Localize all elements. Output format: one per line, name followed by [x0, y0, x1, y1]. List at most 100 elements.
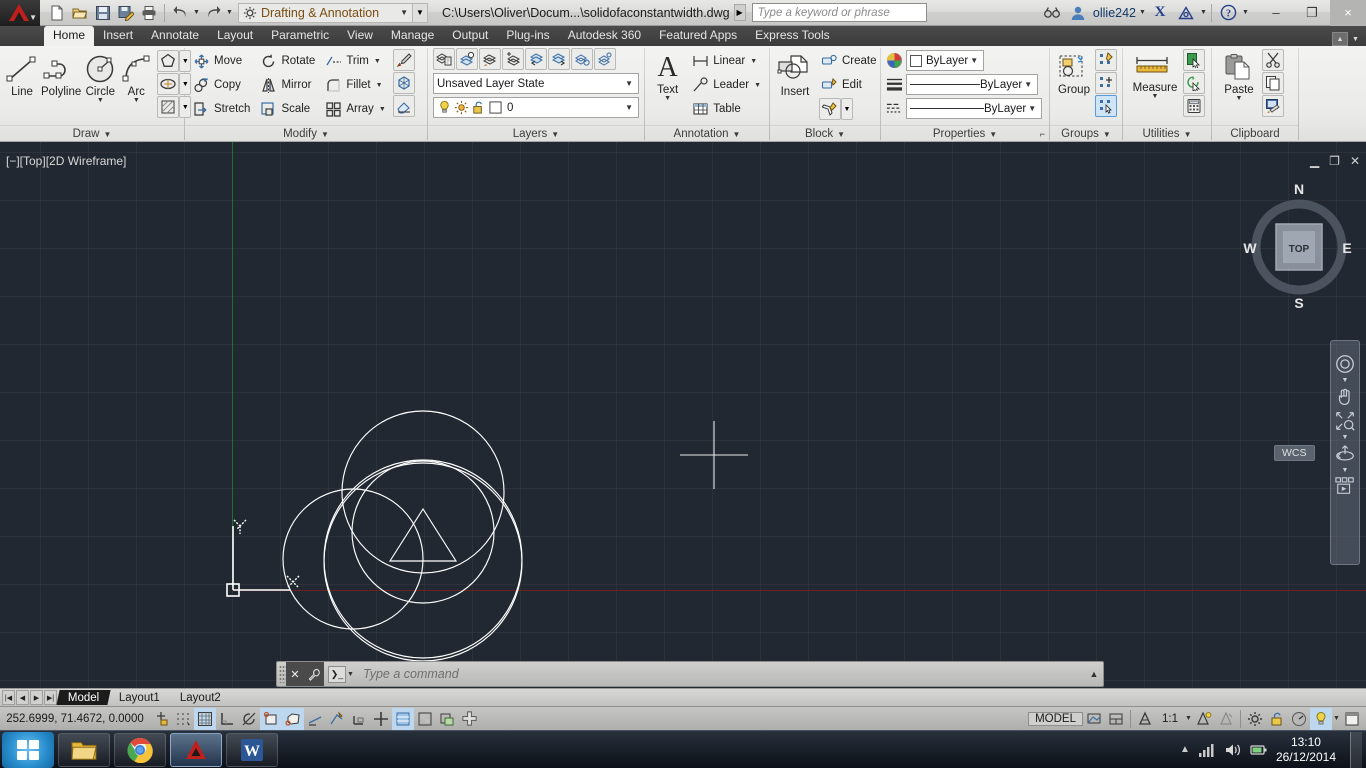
tab-view[interactable]: View: [338, 26, 382, 46]
lineweight-dropdown[interactable]: ByLayer ▼: [906, 98, 1043, 119]
lineweight-display-button[interactable]: [392, 707, 414, 730]
panel-title-block[interactable]: Block ▼: [770, 125, 880, 142]
volume-icon[interactable]: [1224, 742, 1242, 758]
tab-layout1[interactable]: Layout1: [108, 690, 172, 705]
polyline-button[interactable]: Polyline: [40, 49, 82, 99]
tab-autodesk-360[interactable]: Autodesk 360: [559, 26, 650, 46]
paste-button[interactable]: Paste ▼: [1216, 49, 1262, 103]
command-input[interactable]: Type a command: [355, 667, 1085, 681]
wcs-dropdown[interactable]: WCS: [1274, 445, 1315, 461]
new-icon[interactable]: [46, 2, 68, 24]
tab-layout[interactable]: Layout: [208, 26, 262, 46]
dynamic-ucs-button[interactable]: [348, 708, 370, 730]
selection-cycling-button[interactable]: [436, 708, 458, 730]
ribbon-minimize-button[interactable]: ▲: [1332, 32, 1348, 46]
snap-mode-button[interactable]: [150, 708, 172, 730]
explode-button[interactable]: [392, 72, 415, 94]
coordinates-display[interactable]: 252.6999, 71.4672, 0.0000: [0, 713, 150, 725]
panel-title-draw[interactable]: Draw ▼: [0, 125, 184, 142]
paste-dropdown-icon[interactable]: ▼: [1236, 95, 1243, 102]
showmotion-icon[interactable]: [1333, 476, 1357, 496]
command-prompt-chevron-icon[interactable]: ▼: [346, 671, 355, 678]
search-icon[interactable]: [1039, 1, 1065, 25]
orbit-icon[interactable]: [1334, 443, 1356, 465]
show-hidden-icon[interactable]: ▲: [1180, 744, 1190, 755]
move-button[interactable]: Move: [189, 49, 254, 73]
trim-dropdown-icon[interactable]: ▼: [374, 58, 381, 65]
color-dropdown[interactable]: ByLayer ▼: [906, 50, 985, 71]
tab-featured-apps[interactable]: Featured Apps: [650, 26, 746, 46]
layer-freeze-button[interactable]: [479, 48, 501, 70]
help-chevron-icon[interactable]: ▼: [1241, 9, 1250, 16]
isolate-objects-button[interactable]: [1310, 707, 1332, 730]
minimize-button[interactable]: –: [1258, 0, 1294, 26]
text-button[interactable]: A Text ▼: [649, 49, 686, 103]
start-button[interactable]: [2, 731, 54, 768]
command-prompt-icon[interactable]: ❯_: [328, 665, 346, 683]
panel-title-annotation[interactable]: Annotation ▼: [645, 125, 769, 142]
viewport-config-button[interactable]: [1105, 708, 1127, 730]
current-layer-dropdown[interactable]: 0 ▼: [433, 97, 639, 118]
fillet-dropdown-icon[interactable]: ▼: [376, 82, 383, 89]
copy-clip-button[interactable]: [1262, 72, 1284, 94]
steering-wheel-icon[interactable]: [1334, 353, 1356, 375]
zoom-dropdown-icon[interactable]: ▼: [1342, 434, 1349, 441]
network-icon[interactable]: [1198, 742, 1216, 758]
search-input[interactable]: Type a keyword or phrase: [751, 3, 927, 22]
rotate-button[interactable]: Rotate: [256, 49, 319, 73]
battery-icon[interactable]: [1250, 742, 1268, 758]
taskbar-autocad[interactable]: [170, 732, 222, 767]
3d-object-snap-button[interactable]: [282, 707, 304, 730]
group-selection-button[interactable]: [1095, 95, 1117, 117]
ortho-mode-button[interactable]: [216, 708, 238, 730]
view-cube[interactable]: TOP N S W E: [1236, 172, 1366, 317]
layer-state-button[interactable]: [594, 48, 616, 70]
panel-title-clipboard[interactable]: Clipboard: [1212, 125, 1298, 142]
text-dropdown-icon[interactable]: ▼: [664, 95, 671, 102]
linear-dimension-button[interactable]: Linear ▼: [688, 49, 765, 73]
user-avatar-icon[interactable]: [1065, 1, 1091, 25]
add-status-button[interactable]: [458, 708, 480, 730]
mirror-button[interactable]: Mirror: [256, 73, 319, 97]
trim-button[interactable]: Trim ▼: [321, 49, 389, 73]
hardware-accel-button[interactable]: [1288, 708, 1310, 730]
copy-button[interactable]: Copy: [189, 73, 254, 97]
fillet-button[interactable]: Fillet ▼: [321, 73, 389, 97]
annotation-scale-icon-button[interactable]: [1134, 708, 1156, 730]
circle-dropdown-icon[interactable]: ▼: [97, 97, 104, 104]
transparency-button[interactable]: [414, 708, 436, 730]
autodesk-360-chevron-icon[interactable]: ▼: [1199, 9, 1208, 16]
measure-button[interactable]: Measure ▼: [1127, 49, 1183, 101]
panel-title-utilities[interactable]: Utilities ▼: [1123, 125, 1211, 142]
clean-screen-button[interactable]: [1341, 708, 1363, 730]
panel-title-groups[interactable]: Groups ▼: [1050, 125, 1122, 142]
stretch-button[interactable]: Stretch: [189, 97, 254, 121]
command-history-expand-icon[interactable]: ▲: [1085, 669, 1103, 679]
array-button[interactable]: Array ▼: [321, 97, 389, 121]
hatch-button[interactable]: [157, 96, 180, 118]
redo-dropdown-icon[interactable]: ▼: [225, 9, 234, 16]
ribbon-options-chevron-icon[interactable]: ▼: [1351, 36, 1360, 43]
linetype-dropdown[interactable]: ByLayer ▼: [906, 74, 1039, 95]
linear-dropdown-icon[interactable]: ▼: [750, 58, 757, 65]
chevron-down-icon[interactable]: ▼: [400, 8, 408, 17]
create-block-button[interactable]: Create: [817, 49, 881, 73]
space-toggle[interactable]: MODEL: [1028, 711, 1083, 726]
tab-annotate[interactable]: Annotate: [142, 26, 208, 46]
group-button[interactable]: Group: [1054, 49, 1094, 97]
command-line-settings-icon[interactable]: [304, 662, 324, 686]
document-menu-button[interactable]: ▶: [733, 4, 746, 21]
command-line-grip[interactable]: [279, 665, 286, 683]
tab-manage[interactable]: Manage: [382, 26, 443, 46]
workspace-more-button[interactable]: ▼: [412, 2, 428, 23]
viewport-minimize-icon[interactable]: ▁: [1310, 154, 1319, 168]
quick-calc-button[interactable]: [1183, 72, 1205, 94]
measure-dropdown-icon[interactable]: ▼: [1152, 93, 1159, 100]
polygon-button[interactable]: [157, 50, 180, 72]
tab-model[interactable]: Model: [56, 690, 111, 705]
tab-express-tools[interactable]: Express Tools: [746, 26, 838, 46]
orbit-dropdown-icon[interactable]: ▼: [1342, 467, 1349, 474]
redo-icon[interactable]: [202, 2, 224, 24]
steering-wheel-dropdown-icon[interactable]: ▼: [1342, 377, 1349, 384]
arc-button[interactable]: Arc ▼: [118, 49, 154, 105]
